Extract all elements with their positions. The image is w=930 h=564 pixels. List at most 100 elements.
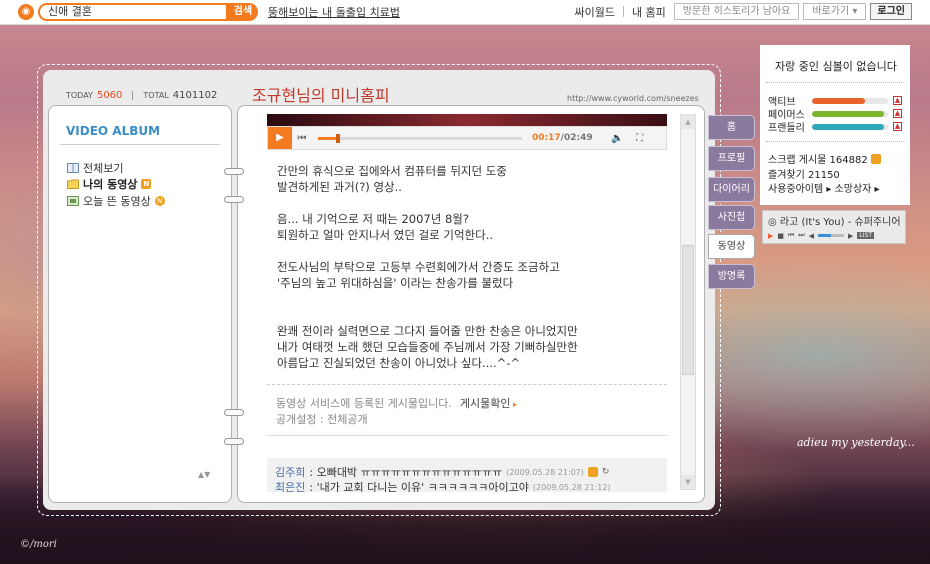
top-right-nav: 싸이월드 내 홈피 방문한 히스토리가 남아요 바로가기 ▾ 로그인 <box>570 3 912 20</box>
volume-up-icon[interactable]: ▶ <box>848 232 853 240</box>
album-divider <box>60 144 220 145</box>
post-line: 발견하게된 과거(?) 영상.. <box>277 180 402 194</box>
tab-diary[interactable]: 다이어리 <box>708 177 755 202</box>
post-scrollbar[interactable]: ▲ ▼ <box>680 114 696 490</box>
arrow-up-icon[interactable]: ▲ <box>893 122 902 131</box>
video-frame[interactable] <box>267 114 667 126</box>
promo-link[interactable]: 뚱해보이는 내 돌출입 치료법 <box>268 4 400 20</box>
post-line: 완쾌 전이라 실력면으로 그다지 들어줄 만한 찬송은 아니었지만 <box>277 324 578 338</box>
comment-divider <box>267 435 667 436</box>
nav-divider <box>622 6 624 17</box>
credit-text: ©/mori <box>20 539 57 550</box>
music-controls: ▶ ■ ⏮ ⏭ ◀ ▶ LIST <box>768 231 875 240</box>
album-item-label: 전체보기 <box>83 162 124 175</box>
folder-icon <box>67 179 79 189</box>
play-button[interactable]: ▶ <box>268 127 292 149</box>
home-url[interactable]: http://www.cyworld.com/sneezes <box>567 94 699 103</box>
cyworld-link[interactable]: 싸이월드 <box>570 4 618 20</box>
comment-list: 김주희 : 오빠대박 ㅠㅠㅠㅠㅠㅠㅠㅠㅠㅠㅠㅠㅠㅠ (2009.05.28 21… <box>267 458 667 492</box>
total-label: TOTAL <box>143 91 169 100</box>
seek-bar[interactable] <box>318 133 522 143</box>
seek-handle[interactable] <box>336 133 341 143</box>
login-button[interactable]: 로그인 <box>870 3 912 20</box>
scroll-down-icon[interactable]: ▼ <box>681 475 695 489</box>
total-count: 4101102 <box>172 90 218 101</box>
post-line: 아름답고 진실되었던 찬송이 아니었나 싶다....^-^ <box>277 356 521 370</box>
scroll-up-icon[interactable]: ▲ <box>681 115 695 129</box>
comment-badge-icon <box>587 467 598 477</box>
comment-row: 김주희 : 오빠대박 ㅠㅠㅠㅠㅠㅠㅠㅠㅠㅠㅠㅠㅠㅠ (2009.05.28 21… <box>275 464 609 480</box>
tab-photo[interactable]: 사진첩 <box>708 205 755 230</box>
cyworld-logo-icon[interactable]: ◉ <box>18 4 34 20</box>
album-item-today-videos[interactable]: 오늘 뜬 동영상 N <box>67 193 165 209</box>
scroll-thumb[interactable] <box>682 245 694 375</box>
post-line: 퇴원하고 얼마 안지나서 였던 걸로 기억한다.. <box>277 228 494 242</box>
post-line <box>277 291 667 307</box>
post-line: '주님의 높고 위대하심을' 이라는 찬송가를 불렀다 <box>277 276 514 290</box>
meter-fill <box>812 123 885 130</box>
post-divider <box>267 384 667 385</box>
post-line: 음... 내 기억으로 저 때는 2007년 8월? <box>277 212 469 226</box>
volume-icon[interactable]: 🔈 <box>607 133 629 144</box>
album-item-label: 나의 동영상 <box>83 178 138 191</box>
video-controls: ▶ ⏮ 00:17 /02:49 🔈 ⛶ <box>267 126 667 150</box>
film-icon <box>67 196 79 206</box>
binder-ring <box>224 196 244 203</box>
play-icon[interactable]: ▶ <box>768 232 773 240</box>
symbol-title: 자랑 중인 심볼이 없습니다 <box>775 60 897 73</box>
stop-icon[interactable]: ■ <box>777 232 784 240</box>
comment-text: : 오빠대박 ㅠㅠㅠㅠㅠㅠㅠㅠㅠㅠㅠㅠㅠㅠ <box>309 466 503 479</box>
widget-divider <box>766 141 904 142</box>
tab-profile[interactable]: 프로필 <box>708 146 755 171</box>
post-line: 전도사님의 부탁으로 고등부 수련회에가서 간증도 조금하고 <box>277 260 560 274</box>
playlist-button[interactable]: LIST <box>857 232 875 239</box>
reply-icon[interactable]: ↻ <box>602 467 610 477</box>
time-current: 00:17 <box>532 133 561 143</box>
my-home-link[interactable]: 내 홈피 <box>628 4 670 20</box>
album-item-my-videos[interactable]: 나의 동영상 N <box>67 176 152 192</box>
home-title: 조규현님의 미니홈피 <box>252 86 390 105</box>
previous-icon[interactable]: ⏮ <box>292 133 312 144</box>
album-item-label: 오늘 뜬 동영상 <box>83 195 151 208</box>
items-line[interactable]: 사용중아이템 ▸ 소망상자 ▸ <box>768 180 880 195</box>
comment-author[interactable]: 최은진 <box>275 479 305 492</box>
fullscreen-icon[interactable]: ⛶ <box>629 133 651 144</box>
next-icon[interactable]: ⏭ <box>798 231 804 240</box>
music-title[interactable]: ◎ 라고 (It's You) - 슈퍼주니어 <box>768 213 906 228</box>
meter-label: 프랜들리 <box>768 123 805 134</box>
arrow-up-icon[interactable]: ▲ <box>893 96 902 105</box>
widget-divider <box>766 82 904 83</box>
top-bar: ◉ 신애 결혼 검색 뚱해보이는 내 돌출입 치료법 싸이월드 내 홈피 방문한… <box>0 0 930 25</box>
meter-fill <box>812 97 866 104</box>
previous-icon[interactable]: ⏮ <box>788 231 794 240</box>
tab-video[interactable]: 동영상 <box>708 234 755 259</box>
shortcut-dropdown[interactable]: 바로가기 ▾ <box>803 3 867 20</box>
search-button[interactable]: 검색 <box>228 3 258 21</box>
chevron-down-icon: ▾ <box>852 6 858 17</box>
history-dropdown[interactable]: 방문한 히스토리가 남아요 <box>673 3 800 20</box>
music-title-text: 라고 (It's You) - 슈퍼주니어 <box>779 217 901 228</box>
album-item-all[interactable]: 전체보기 <box>67 160 123 176</box>
post-line <box>277 243 667 259</box>
collapse-arrows-icon[interactable]: ▲▼ <box>198 470 210 479</box>
scrap-text: 스크랩 게시물 164882 <box>768 155 868 166</box>
meter-fill <box>812 110 885 117</box>
post-line <box>277 195 667 211</box>
comment-text: : '내가 교회 다니는 이유' ㅋㅋㅋㅋㅋㅋ아이고야 <box>309 481 529 492</box>
service-notice: 동영상 서비스에 등록된 게시물입니다. 게시물확인 <box>276 395 517 411</box>
music-volume-fill <box>818 234 832 237</box>
scrap-count[interactable]: 스크랩 게시물 164882 <box>768 151 881 166</box>
volume-icon[interactable]: ◀ <box>809 232 814 240</box>
meter-friendly: 프랜들리 ▲ <box>768 119 902 134</box>
arrow-up-icon[interactable]: ▲ <box>893 109 902 118</box>
comment-author[interactable]: 김주희 <box>275 464 305 480</box>
tab-guestbook[interactable]: 방명록 <box>708 264 755 289</box>
time-total: /02:49 <box>560 133 593 143</box>
view-post-link[interactable]: 게시물확인 <box>460 395 517 411</box>
music-volume-slider[interactable] <box>818 234 845 237</box>
post-line <box>277 307 667 323</box>
tab-home[interactable]: 홈 <box>708 115 755 140</box>
favorite-count[interactable]: 즐겨찾기 21150 <box>768 166 840 181</box>
search-input[interactable]: 신애 결혼 <box>38 3 228 21</box>
meter-bar <box>812 123 888 130</box>
